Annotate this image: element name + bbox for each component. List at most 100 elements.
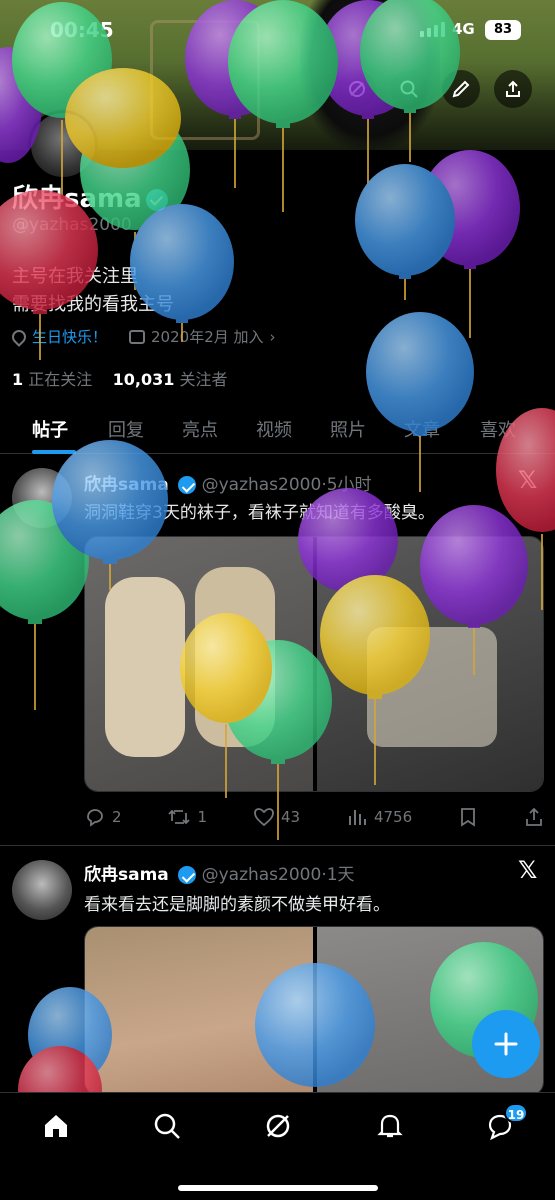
battery-indicator: 83	[485, 20, 521, 40]
tab-likes[interactable]: 喜欢	[480, 416, 516, 442]
post-share-button[interactable]	[524, 806, 544, 828]
tab-photos[interactable]: 照片	[330, 416, 366, 442]
post-divider	[0, 845, 555, 846]
balloon	[355, 164, 455, 300]
balloon	[366, 312, 474, 492]
profile-avatar[interactable]	[28, 110, 98, 180]
like-count: 43	[280, 808, 301, 826]
home-icon	[45, 1115, 67, 1137]
following-label: 正在关注	[28, 370, 93, 389]
following-stat[interactable]: 1 正在关注	[12, 370, 92, 389]
sock-shape	[105, 577, 185, 757]
followers-label: 关注者	[179, 370, 228, 389]
grok-icon	[266, 1114, 290, 1138]
share-button[interactable]	[494, 70, 532, 108]
bag-shape	[367, 627, 497, 747]
active-tab-indicator	[32, 450, 76, 454]
media-image-1[interactable]	[85, 927, 313, 1095]
bottom-navigation: 19	[0, 1092, 555, 1200]
reply-button[interactable]: 2	[84, 806, 122, 828]
balloon	[130, 204, 234, 342]
bookmark-button[interactable]	[458, 806, 478, 828]
post-media[interactable]	[84, 536, 544, 792]
nav-notifications[interactable]	[375, 1111, 405, 1141]
follow-stats: 1 正在关注 10,031 关注者	[12, 366, 227, 390]
profile-handle: @yazhas2000	[12, 215, 132, 235]
profile-tabs: 帖子 回复 亮点 视频 照片 文章 喜欢	[0, 404, 555, 454]
post-time: ·5小时	[321, 475, 372, 495]
post-actions: 2 1 43 4756	[84, 806, 544, 828]
joined-date: 2020年2月 加入	[151, 328, 264, 346]
post-author-handle[interactable]: @yazhas2000	[202, 475, 322, 495]
search-icon	[154, 1113, 180, 1139]
messages-badge: 19	[504, 1103, 528, 1123]
post-author-name[interactable]: 欣冉sama	[84, 865, 169, 885]
post-text: 洞洞鞋穿3天的袜子，看袜子就知道有多酸臭。	[84, 503, 435, 523]
grok-icon	[349, 81, 365, 97]
nav-home[interactable]	[41, 1111, 71, 1141]
like-button[interactable]: 43	[253, 806, 300, 828]
post-avatar[interactable]	[12, 860, 72, 920]
edit-icon	[452, 80, 470, 98]
chevron-right-icon[interactable]: ›	[270, 328, 276, 346]
balloon	[420, 150, 520, 338]
search-button[interactable]	[390, 70, 428, 108]
tab-articles[interactable]: 文章	[404, 416, 440, 442]
tab-videos[interactable]: 视频	[256, 416, 292, 442]
x-logo-icon: 𝕏	[518, 856, 538, 884]
post-media[interactable]	[84, 926, 544, 1096]
status-bar: 00:45 4G 83	[0, 0, 555, 60]
verified-badge-icon	[178, 476, 197, 494]
share-icon	[506, 80, 520, 97]
signal-icon	[420, 22, 445, 37]
followers-count: 10,031	[112, 370, 175, 389]
view-count: 4756	[373, 808, 413, 826]
birthday-text[interactable]: 生日快乐！	[32, 326, 107, 347]
repost-button[interactable]: 1	[167, 806, 207, 828]
tab-replies[interactable]: 回复	[108, 416, 144, 442]
grok-header-button[interactable]	[338, 70, 376, 108]
profile-bio-line2: 需要找我的看我主号	[12, 294, 174, 315]
profile-name-text: 欣冉sama	[12, 184, 142, 214]
edit-button[interactable]	[442, 70, 480, 108]
post-text: 看来看去还是脚脚的素颜不做美甲好看。	[84, 895, 390, 915]
bookmark-icon	[461, 808, 475, 827]
post-time: ·1天	[321, 865, 355, 885]
post-avatar[interactable]	[12, 468, 72, 528]
nav-search[interactable]	[152, 1111, 182, 1141]
reply-icon	[87, 809, 103, 827]
profile-meta: 生日快乐！ 2020年2月 加入 ›	[9, 326, 276, 347]
nav-grok[interactable]	[263, 1111, 293, 1141]
status-time: 00:45	[50, 18, 114, 42]
views-button[interactable]: 4756	[346, 806, 412, 828]
post-header: 欣冉sama @yazhas2000·1天	[84, 860, 355, 885]
profile-name: 欣冉sama	[12, 178, 168, 215]
compose-post-button[interactable]	[472, 1010, 540, 1078]
tab-highlights[interactable]: 亮点	[182, 416, 218, 442]
calendar-icon	[129, 329, 146, 344]
followers-stat[interactable]: 10,031 关注者	[113, 370, 228, 389]
like-icon	[254, 808, 274, 827]
verified-badge-icon	[178, 866, 197, 884]
profile-bio-line1: 主号在我关注里	[12, 266, 138, 287]
following-count: 1	[12, 370, 24, 389]
repost-icon	[168, 809, 191, 825]
share-icon	[526, 807, 542, 826]
media-image-1[interactable]	[85, 537, 313, 791]
media-image-2[interactable]	[317, 537, 543, 791]
verified-badge-icon	[145, 188, 168, 211]
search-icon	[400, 80, 418, 98]
post-author-name[interactable]: 欣冉sama	[84, 475, 169, 495]
post-header: 欣冉sama @yazhas2000·5小时	[84, 470, 372, 495]
views-icon	[348, 810, 366, 825]
network-type: 4G	[452, 20, 475, 38]
reply-count: 2	[112, 808, 122, 826]
bell-icon	[377, 1114, 403, 1138]
repost-count: 1	[197, 808, 208, 826]
x-logo-icon: 𝕏	[518, 466, 538, 494]
home-indicator	[178, 1185, 378, 1191]
balloon	[0, 500, 89, 710]
post-author-handle[interactable]: @yazhas2000	[202, 865, 322, 885]
tab-posts[interactable]: 帖子	[32, 416, 68, 442]
plus-icon	[494, 1032, 518, 1056]
